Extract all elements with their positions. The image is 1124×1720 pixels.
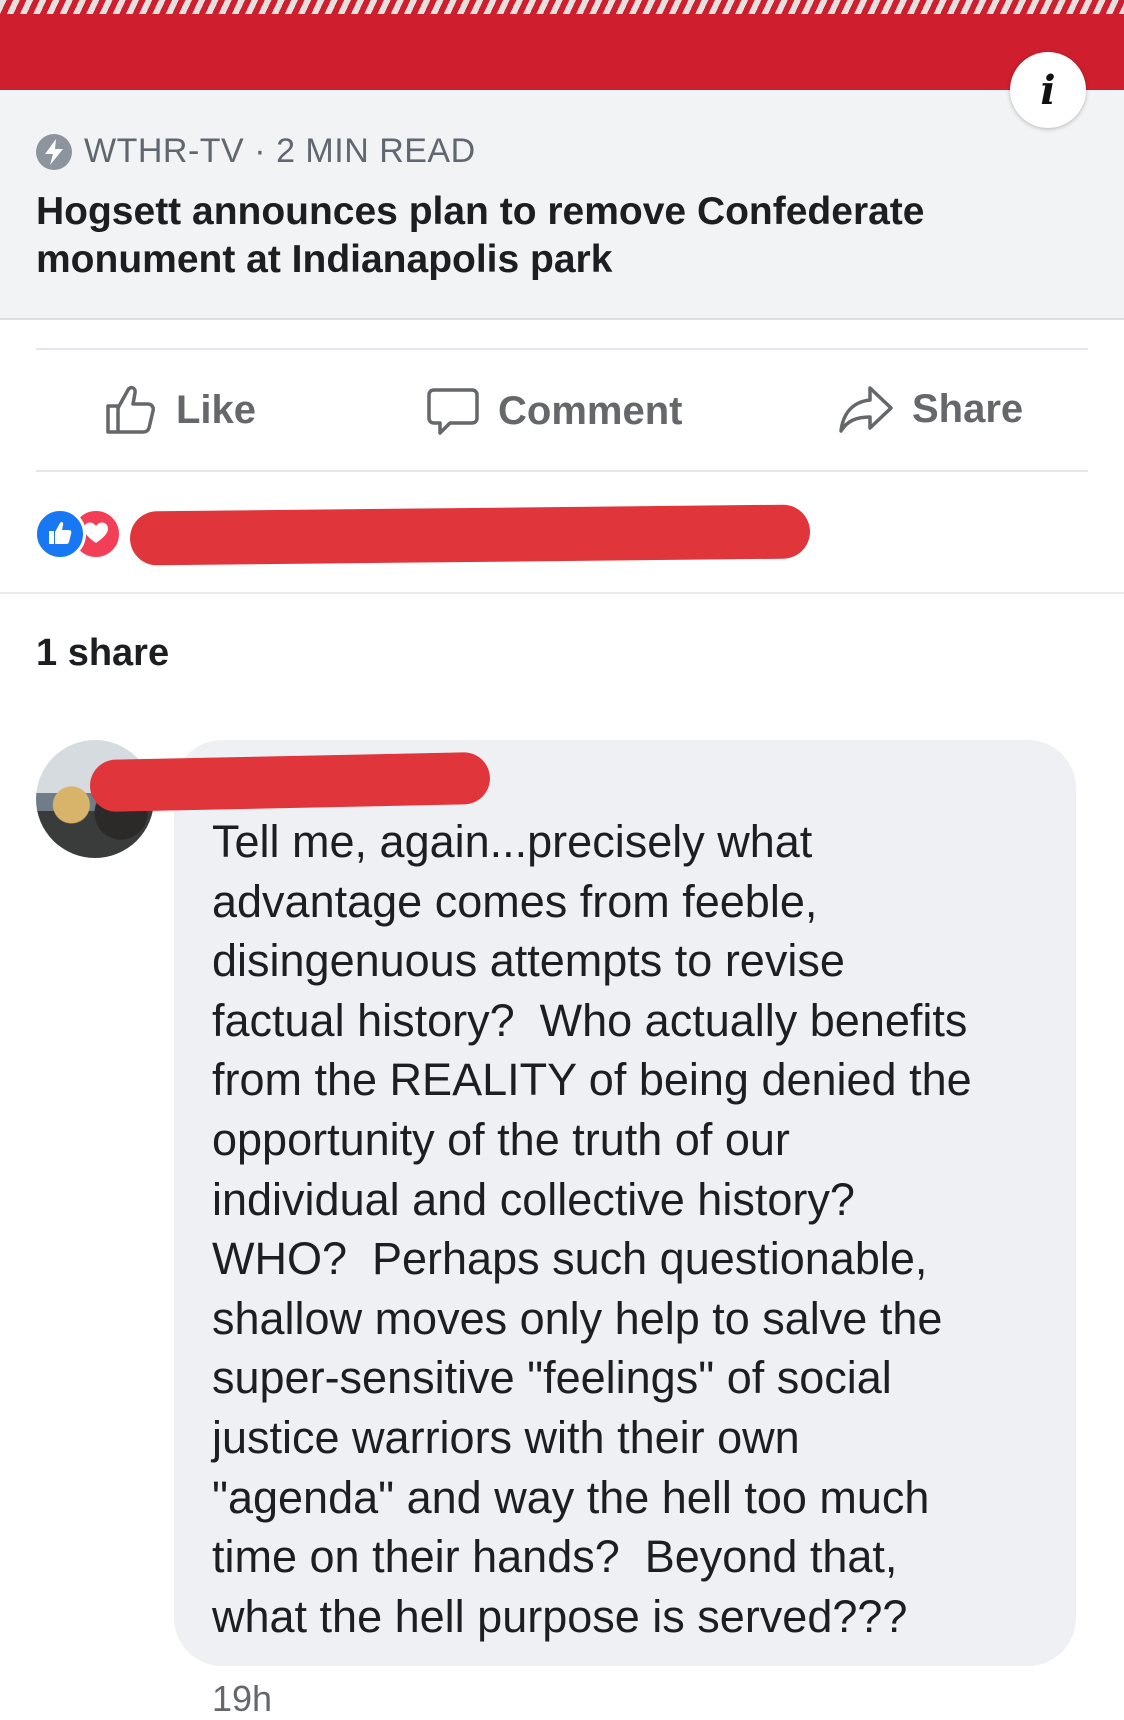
- image-top-strip: [0, 0, 1124, 14]
- thumbs-up-icon: [106, 385, 155, 434]
- like-reaction-icon: [34, 508, 86, 560]
- link-headline[interactable]: Hogsett announces plan to remove Confede…: [36, 188, 1076, 284]
- redacted-reactor-names: [129, 504, 811, 566]
- share-arrow-icon: [839, 386, 893, 433]
- read-time: 2 MIN READ: [276, 132, 476, 170]
- like-button[interactable]: Like: [104, 384, 256, 436]
- source-name: WTHR-TV: [84, 132, 245, 170]
- share-label: Share: [912, 386, 1024, 431]
- comment-label: Comment: [498, 388, 683, 433]
- info-button[interactable]: i: [1010, 52, 1086, 128]
- comment-bubble-icon: [427, 388, 479, 435]
- link-preview-card[interactable]: WTHR-TV · 2 MIN READ Hogsett announces p…: [0, 90, 1124, 320]
- source-separator: ·: [254, 132, 267, 170]
- link-preview-image[interactable]: [0, 0, 1124, 90]
- redacted-commenter-name: [89, 751, 491, 813]
- post-action-bar: Like Comment Share: [36, 348, 1088, 472]
- comment-button[interactable]: Comment: [426, 384, 682, 438]
- section-divider: [0, 592, 1124, 594]
- share-button[interactable]: Share: [838, 384, 1023, 434]
- link-source: WTHR-TV · 2 MIN READ: [36, 132, 476, 171]
- comment-timestamp[interactable]: 19h: [212, 1678, 272, 1720]
- shares-count[interactable]: 1 share: [36, 632, 169, 675]
- instant-article-bolt-icon: [36, 133, 72, 170]
- like-label: Like: [176, 387, 257, 432]
- reactions-summary[interactable]: [34, 504, 811, 566]
- comment-text: Tell me, again...precisely what advantag…: [212, 816, 972, 1642]
- info-icon: i: [1040, 66, 1056, 114]
